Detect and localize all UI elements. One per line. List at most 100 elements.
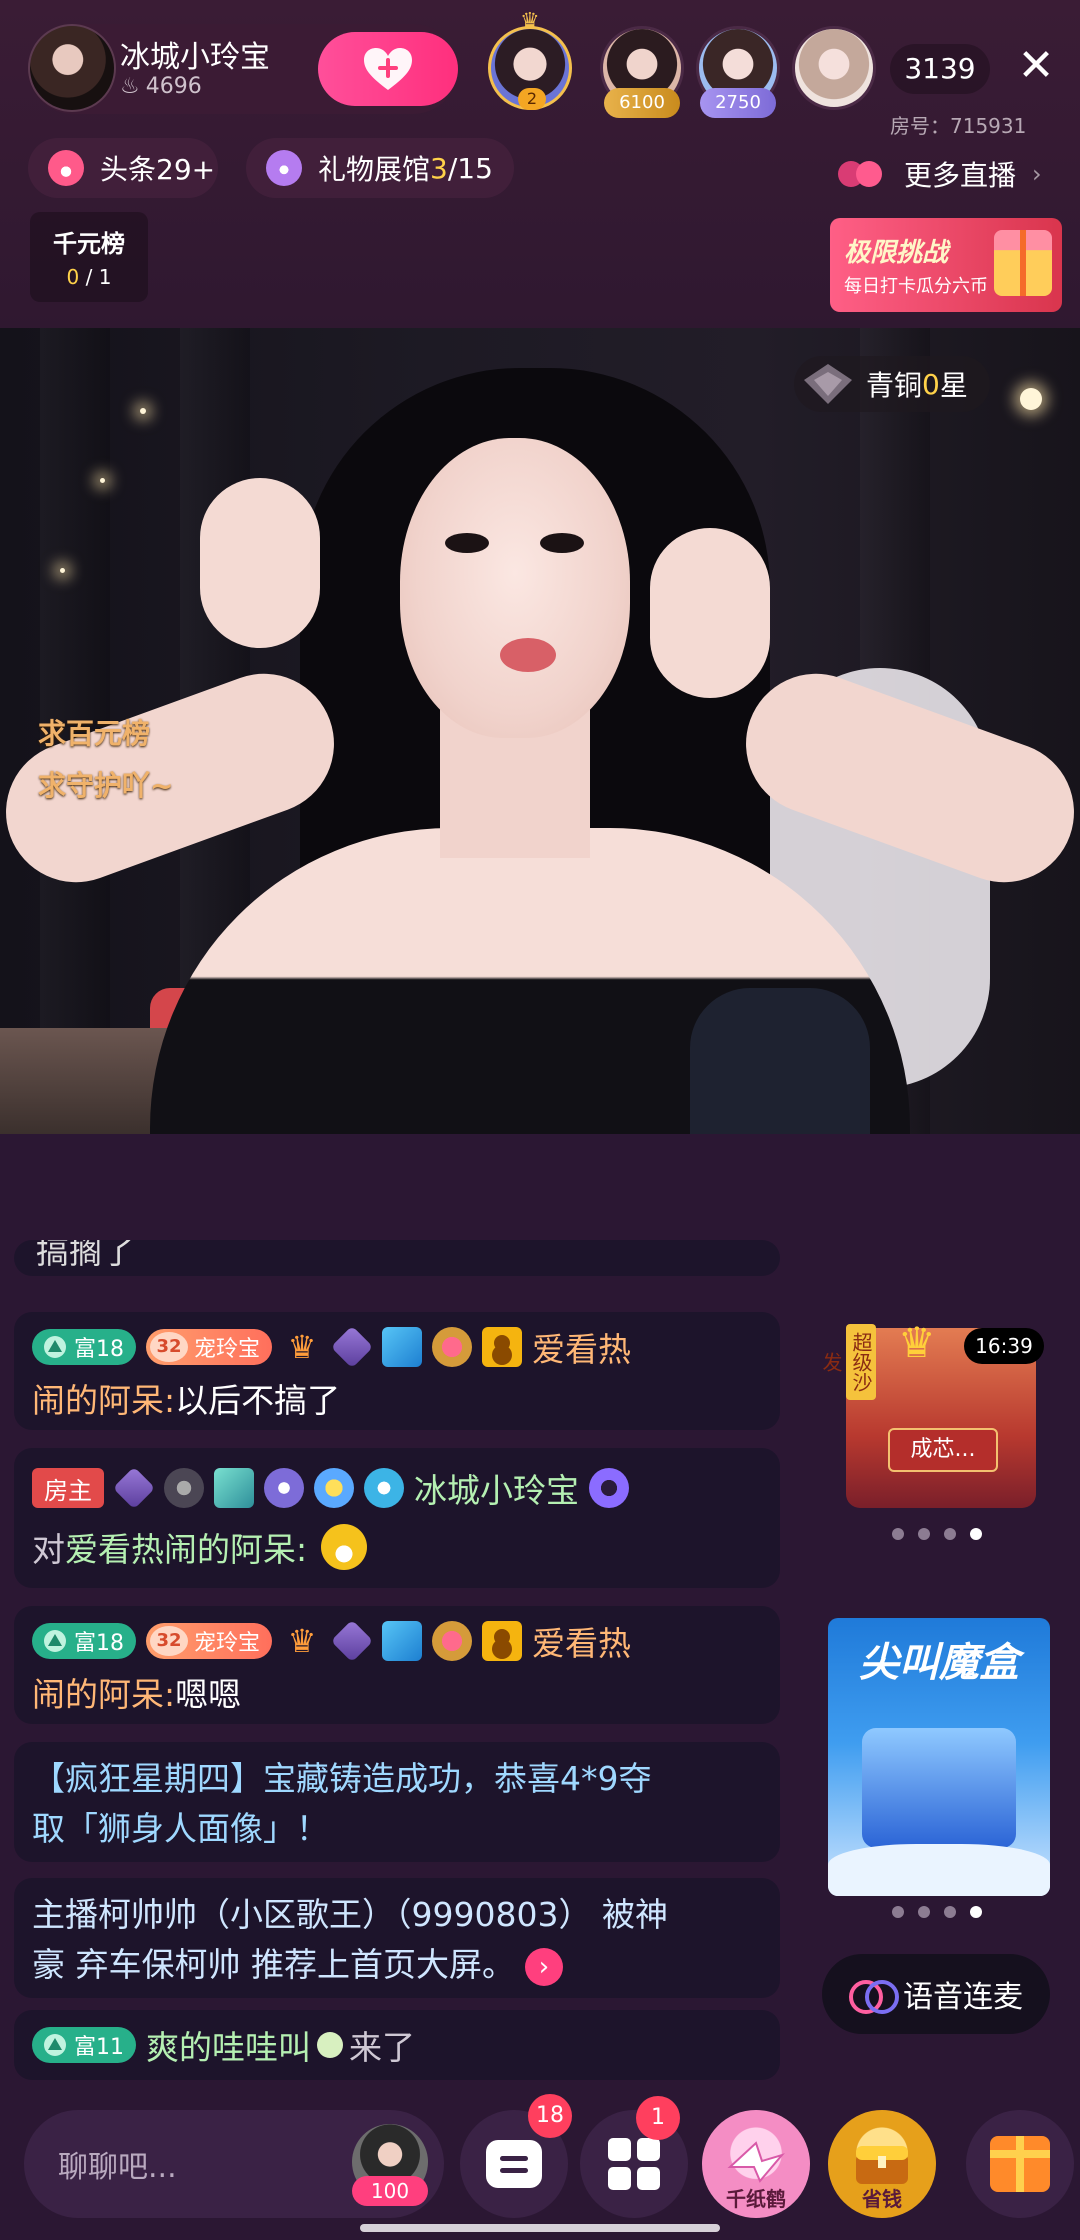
emblem-badge-icon [164, 1468, 204, 1508]
voice-link-label: 语音连麦 [903, 1980, 1023, 2015]
stream-overlay-line-2: 求守护吖~ [38, 769, 174, 802]
room-id: 房号：715931 [890, 114, 1027, 138]
chat-username[interactable]: 爱看热 [532, 1617, 631, 1665]
grid-icon [608, 2138, 660, 2190]
qianyuan-progress-now: 0 [66, 265, 80, 289]
chat-username[interactable]: 冰城小玲宝 [414, 1464, 579, 1512]
voice-link-button[interactable]: 语音连麦 [822, 1954, 1050, 2034]
chat-text: 来了 [349, 2028, 415, 2067]
chat-message-header: 富18 32 宠玲宝 ♛ 爱看热 [32, 1618, 762, 1664]
chat-message-header: 房主 冰城小玲宝 [32, 1460, 762, 1516]
system-message[interactable]: 【疯狂星期四】宝藏铸造成功，恭喜4*9夺 取「狮身人面像」！ [14, 1742, 780, 1862]
rich-level-badge: 富18 [32, 1329, 136, 1365]
super-sofa-widget[interactable]: ♛ 超级沙发 16:39 成芯... [819, 1318, 1044, 1518]
chat-target-user[interactable]: 爱看热闹的阿呆: [65, 1523, 307, 1571]
grin-emoji-icon [321, 1524, 368, 1570]
system-message[interactable]: 主播柯帅帅（小区歌王）（9990803） 被神 豪 弃车保柯帅 推荐上首页大屏。… [14, 1878, 780, 1998]
chat-message[interactable]: 房主 冰城小玲宝 对 爱看热闹的阿呆: [14, 1448, 780, 1588]
sofa-label: 成芯... [888, 1428, 998, 1472]
host-avatar[interactable] [28, 24, 116, 112]
host-info-pill[interactable]: 冰城小玲宝 ♨ 4696 [28, 24, 458, 114]
host-fans-count: ♨ 4696 [120, 74, 202, 99]
chevron-right-icon: › [1032, 160, 1042, 188]
chat-message[interactable]: 富11 爽的哇哇叫 来了 [14, 2010, 780, 2080]
live-dots-icon [838, 159, 892, 189]
gift-icon [990, 2136, 1050, 2192]
carousel-dot [944, 1906, 956, 1918]
gift-hall-chip[interactable]: 礼物展馆 3/15 [246, 138, 514, 198]
paper-crane-label: 千纸鹤 [726, 2187, 786, 2211]
qianyuan-progress-total: / 1 [79, 265, 112, 289]
chat-message-body: 闹的阿呆: 以后不搞了 [32, 1370, 762, 1426]
carousel-dot [892, 1528, 904, 1540]
gift-box-icon [994, 230, 1052, 296]
save-money-label: 省钱 [862, 2187, 902, 2211]
chat-message[interactable]: 富18 32 宠玲宝 ♛ 爱看热 闹的阿呆: 嗯嗯 [14, 1606, 780, 1724]
chevron-right-icon[interactable]: › [524, 1947, 563, 1986]
fairy-light [140, 408, 146, 414]
gift-hall-label: 礼物展馆 [318, 153, 431, 186]
magic-box-banner[interactable]: 尖叫魔盒 [828, 1618, 1050, 1896]
save-money-button[interactable]: 省钱 [828, 2110, 936, 2218]
rich-level-icon [44, 1336, 66, 1358]
chat-message-body: 对 爱看热闹的阿呆: [32, 1516, 762, 1578]
rank-label: 青铜 [866, 369, 923, 402]
user-badge-icon [482, 1621, 523, 1661]
chat-message-header: 富18 32 宠玲宝 ♛ 爱看热 [32, 1324, 762, 1370]
follow-button[interactable] [318, 32, 458, 106]
bronze-rank-badge[interactable]: 青铜 0 星 [794, 356, 990, 412]
chat-username[interactable]: 爱看热 [532, 1323, 631, 1371]
chat-message[interactable]: 富18 32 宠玲宝 ♛ 爱看热 闹的阿呆: 以后不搞了 [14, 1312, 780, 1430]
apps-notification-badge: 1 [636, 2096, 680, 2140]
fan-club-badge: 32 宠玲宝 [146, 1329, 273, 1365]
flame-icon: ♨ [120, 74, 140, 99]
carousel-dots [892, 1906, 982, 1918]
chat-username[interactable]: 闹的阿呆: [32, 1374, 175, 1422]
rich-level-text: 富18 [74, 1337, 124, 1362]
chat-username[interactable]: 闹的阿呆: [32, 1668, 175, 1716]
viewer-count-button[interactable]: 3139 [890, 44, 990, 94]
challenge-banner[interactable]: 极限挑战 每日打卡瓜分六币 [830, 218, 1062, 312]
heart-badge-icon [364, 1468, 404, 1508]
rank-emblem-icon [804, 364, 852, 404]
chat-message-partial: 搞搁了 [14, 1240, 780, 1276]
system-message-line-1: 主播柯帅帅（小区歌王）（9990803） 被神 [32, 1895, 668, 1934]
fire-icon [48, 150, 84, 186]
chat-username[interactable]: 爽的哇哇叫 [146, 2021, 311, 2069]
treasure-chest-icon [862, 1728, 1016, 1848]
streamer-eye [445, 533, 489, 553]
medal-badge-icon [432, 1327, 473, 1367]
system-message-line-1: 【疯狂星期四】宝藏铸造成功，恭喜4*9夺 [32, 1759, 652, 1798]
cube-badge-icon [382, 1621, 423, 1661]
more-live-button[interactable]: 更多直播 › [838, 148, 1042, 200]
chat-message-body: 闹的阿呆: 嗯嗯 [32, 1664, 762, 1720]
rank-suffix: 星 [939, 369, 968, 402]
paper-crane-button[interactable]: 千纸鹤 [702, 2110, 810, 2218]
crown-icon: ♛ [898, 1318, 936, 1367]
magic-box-title: 尖叫魔盒 [859, 1640, 1019, 1686]
home-indicator[interactable] [360, 2224, 720, 2232]
qianyuan-rank-card[interactable]: 千元榜 0 / 1 [30, 212, 148, 302]
fan-club-name: 宠玲宝 [194, 1631, 261, 1656]
streamer-face [400, 438, 630, 738]
streamer-hand [200, 478, 320, 648]
carousel-dot [944, 1528, 956, 1540]
headline-chip[interactable]: 头条29+ [28, 138, 218, 198]
gem-badge-icon [330, 1619, 374, 1663]
sofa-timer: 16:39 [964, 1328, 1044, 1364]
viewer-score-badge: 2750 [700, 88, 776, 118]
carousel-dots [892, 1528, 982, 1540]
chat-notification-badge: 18 [528, 2094, 572, 2138]
link-rings-icon [849, 1980, 899, 2014]
rich-level-text: 富11 [74, 2035, 124, 2060]
gift-button[interactable] [966, 2110, 1074, 2218]
medal-badge-icon [432, 1621, 473, 1661]
challenge-subtitle: 每日打卡瓜分六币 [844, 276, 988, 297]
stream-overlay-line-1: 求百元榜 [38, 717, 151, 750]
top-viewer-avatar-4[interactable] [792, 26, 876, 110]
chat-bubble-icon [486, 2140, 542, 2188]
rank-value: 0 [922, 367, 940, 401]
live-video[interactable]: 求百元榜 求守护吖~ 青铜 0 星 [0, 328, 1080, 1134]
close-icon[interactable]: ✕ [1010, 40, 1062, 92]
system-message-line-2: 豪 弃车保柯帅 推荐上首页大屏。 [32, 1945, 515, 1984]
